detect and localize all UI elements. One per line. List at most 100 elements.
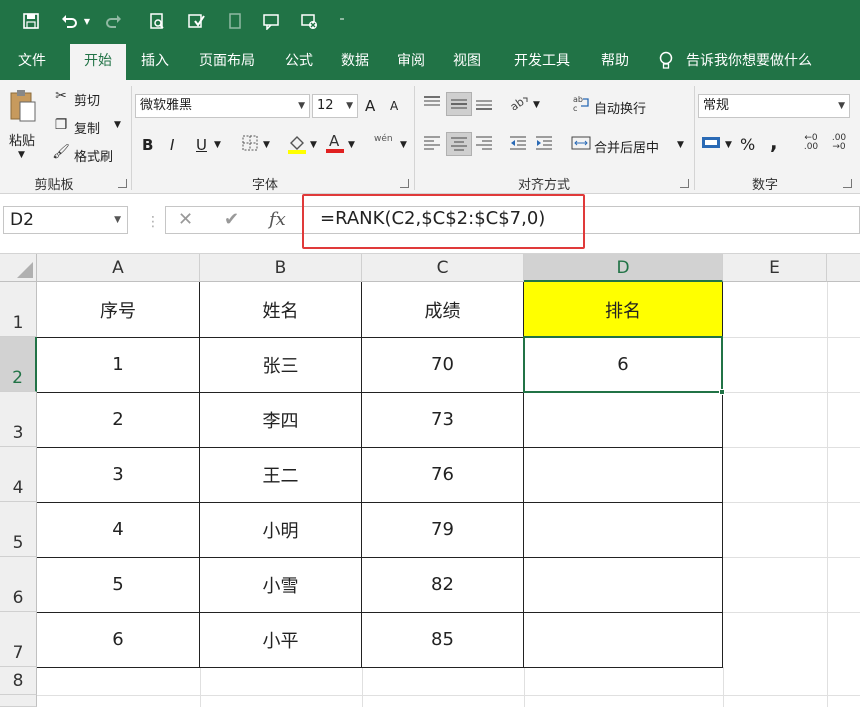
increase-indent-icon[interactable]: [534, 136, 554, 154]
accounting-format-icon[interactable]: [700, 134, 722, 156]
fill-handle[interactable]: [719, 389, 725, 395]
print-preview-icon[interactable]: [146, 9, 168, 33]
cell-a2[interactable]: 1: [37, 337, 199, 392]
select-all-corner[interactable]: [0, 254, 37, 282]
fill-color-icon[interactable]: [286, 133, 308, 159]
column-header-a[interactable]: A: [37, 254, 200, 282]
orientation-icon[interactable]: ab: [508, 94, 530, 114]
phonetic-dropdown-icon[interactable]: ▼: [400, 140, 407, 150]
cut-icon[interactable]: ✂: [52, 88, 70, 104]
cell-b5[interactable]: 小明: [200, 502, 361, 557]
merge-dropdown-icon[interactable]: ▼: [677, 140, 684, 150]
tell-me-search[interactable]: 告诉我你想要做什么: [686, 42, 826, 80]
cell-d3[interactable]: [524, 392, 722, 447]
row-header-4[interactable]: 4: [0, 447, 37, 502]
align-top-icon[interactable]: [422, 96, 442, 114]
paste-dropdown-icon[interactable]: ▼: [18, 150, 25, 160]
paste-button[interactable]: 粘贴: [9, 130, 35, 149]
column-header-f[interactable]: [827, 254, 860, 282]
tab-help[interactable]: 帮助: [592, 42, 638, 80]
align-middle-icon[interactable]: [446, 92, 472, 116]
cell-b6[interactable]: 小雪: [200, 557, 361, 612]
font-size-combo[interactable]: 12 ▼: [312, 94, 358, 118]
column-header-e[interactable]: E: [723, 254, 827, 282]
percent-button[interactable]: %: [740, 135, 755, 154]
cell-c6[interactable]: 82: [362, 557, 523, 612]
spellcheck-icon[interactable]: [185, 9, 207, 33]
fill-color-dropdown-icon[interactable]: ▼: [310, 140, 317, 150]
italic-button[interactable]: I: [170, 136, 174, 154]
cell-a5[interactable]: 4: [37, 502, 199, 557]
cell-b7[interactable]: 小平: [200, 612, 361, 667]
tab-view[interactable]: 视图: [444, 42, 490, 80]
cell-b3[interactable]: 李四: [200, 392, 361, 447]
cell-b4[interactable]: 王二: [200, 447, 361, 502]
row-header-9[interactable]: [0, 695, 37, 707]
name-box[interactable]: D2 ▼: [3, 206, 128, 234]
align-left-icon[interactable]: [422, 136, 442, 154]
redo-icon[interactable]: [103, 9, 125, 33]
cancel-icon[interactable]: ✕: [178, 207, 193, 235]
tab-data[interactable]: 数据: [332, 42, 378, 80]
row-header-2[interactable]: 2: [0, 337, 37, 392]
cell-a7[interactable]: 6: [37, 612, 199, 667]
decrease-indent-icon[interactable]: [508, 136, 528, 154]
format-painter-button[interactable]: 格式刷: [74, 146, 113, 165]
clear-icon[interactable]: [298, 9, 320, 33]
cell-a4[interactable]: 3: [37, 447, 199, 502]
cell-b2[interactable]: 张三: [200, 337, 361, 392]
number-format-combo[interactable]: 常规 ▼: [698, 94, 850, 118]
copy-icon[interactable]: ❐: [52, 117, 70, 133]
undo-dropdown-icon[interactable]: ▼: [82, 9, 92, 33]
merge-center-icon[interactable]: [570, 136, 592, 154]
clipboard-launcher-icon[interactable]: [118, 179, 127, 188]
cell-c7[interactable]: 85: [362, 612, 523, 667]
cell-b1[interactable]: 姓名: [200, 282, 361, 337]
cell-d4[interactable]: [524, 447, 722, 502]
row-header-6[interactable]: 6: [0, 557, 37, 612]
merge-center-button[interactable]: 合并后居中: [594, 137, 659, 156]
borders-icon[interactable]: [240, 135, 260, 155]
number-launcher-icon[interactable]: [843, 179, 852, 188]
paste-icon[interactable]: [8, 88, 38, 124]
shrink-font-button[interactable]: A: [390, 99, 398, 113]
comment-icon[interactable]: [260, 9, 282, 33]
row-header-8[interactable]: 8: [0, 667, 37, 695]
cell-c5[interactable]: 79: [362, 502, 523, 557]
undo-icon[interactable]: [58, 9, 80, 33]
tab-page-layout[interactable]: 页面布局: [188, 42, 266, 80]
tab-home[interactable]: 开始: [70, 44, 126, 80]
cell-d7[interactable]: [524, 612, 722, 667]
column-header-c[interactable]: C: [362, 254, 524, 282]
format-painter-icon[interactable]: 🖌: [52, 144, 70, 160]
row-header-3[interactable]: 3: [0, 392, 37, 447]
cell-a1[interactable]: 序号: [37, 282, 199, 337]
formula-bar-grip-icon[interactable]: ⋮: [146, 214, 160, 230]
cell-a3[interactable]: 2: [37, 392, 199, 447]
cell-c1[interactable]: 成绩: [362, 282, 523, 337]
insert-function-icon[interactable]: fx: [269, 207, 286, 235]
row-header-1[interactable]: 1: [0, 282, 37, 337]
phonetic-button[interactable]: wén: [374, 134, 393, 144]
font-launcher-icon[interactable]: [400, 179, 409, 188]
font-name-combo[interactable]: 微软雅黑 ▼: [135, 94, 310, 118]
customize-icon[interactable]: ⁼: [336, 9, 348, 33]
column-header-d[interactable]: D: [524, 254, 723, 282]
wrap-text-icon[interactable]: ab c: [572, 94, 592, 116]
underline-button[interactable]: U: [196, 136, 207, 154]
font-color-icon[interactable]: A: [324, 132, 346, 158]
cut-button[interactable]: 剪切: [74, 90, 100, 109]
align-right-icon[interactable]: [474, 136, 494, 154]
align-bottom-icon[interactable]: [474, 96, 494, 114]
tab-review[interactable]: 审阅: [388, 42, 434, 80]
column-header-b[interactable]: B: [200, 254, 362, 282]
cell-d5[interactable]: [524, 502, 722, 557]
wrap-text-button[interactable]: 自动换行: [594, 98, 646, 117]
align-center-icon[interactable]: [446, 132, 472, 156]
tab-insert[interactable]: 插入: [130, 42, 180, 80]
copy-button[interactable]: 复制: [74, 118, 100, 137]
row-header-7[interactable]: 7: [0, 612, 37, 667]
touch-mode-icon[interactable]: [224, 9, 246, 33]
tab-file[interactable]: 文件: [6, 42, 58, 80]
orientation-dropdown-icon[interactable]: ▼: [533, 100, 540, 110]
